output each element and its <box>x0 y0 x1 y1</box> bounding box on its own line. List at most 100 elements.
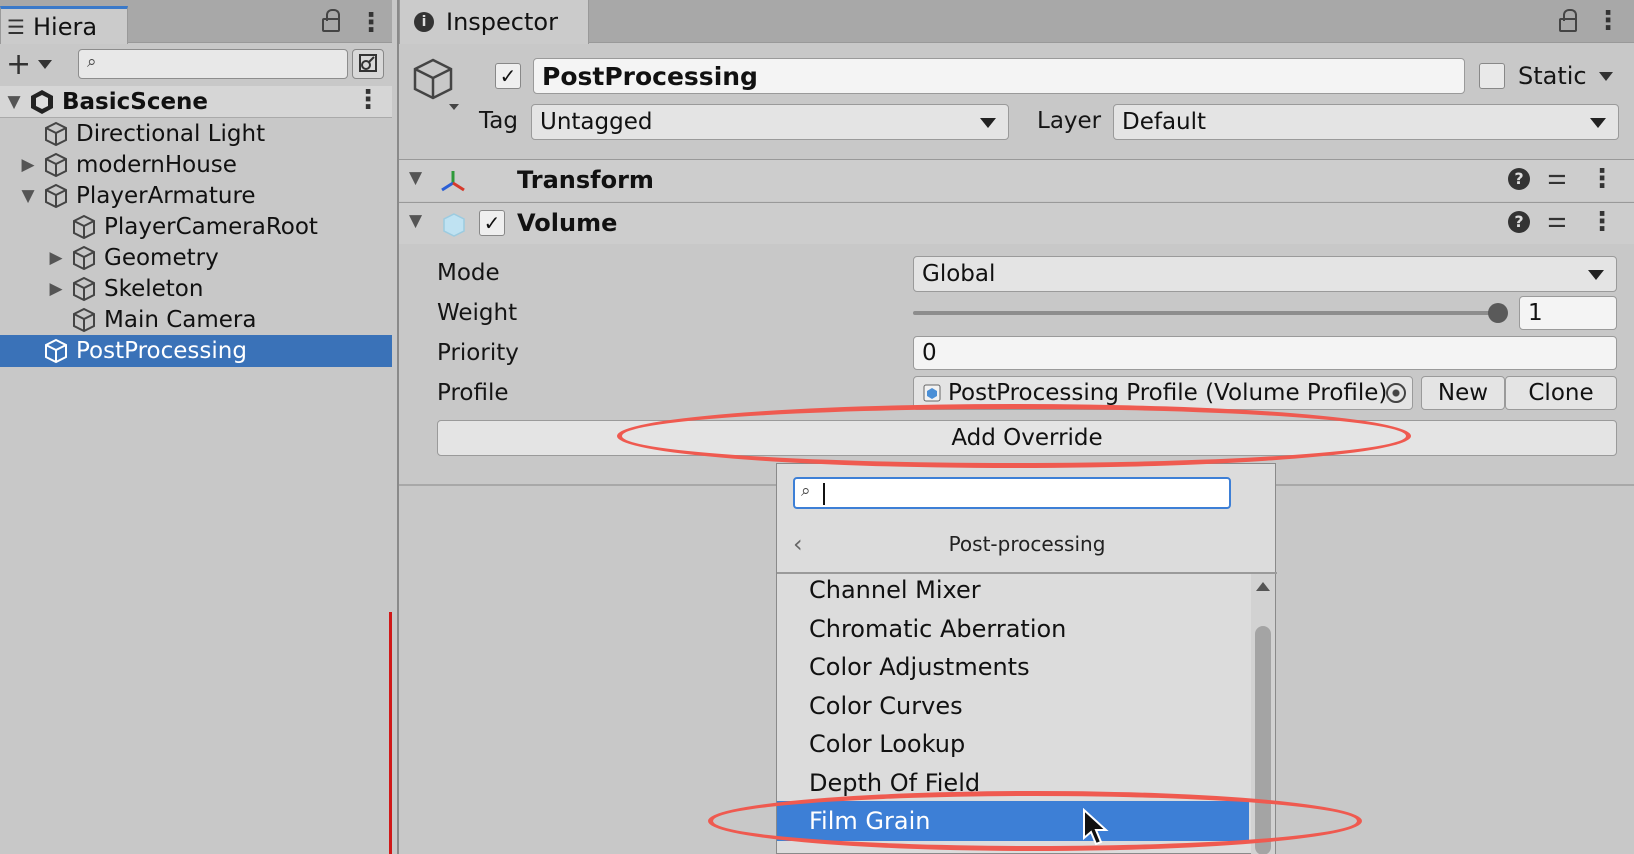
gameobject-icon <box>73 245 95 271</box>
volume-component-header[interactable]: ▼ ✓ Volume ? ⚌ ⋮ <box>399 202 1634 244</box>
object-picker-icon[interactable] <box>1386 383 1406 403</box>
add-dropdown-caret-icon[interactable] <box>38 60 52 69</box>
help-icon[interactable]: ? <box>1508 168 1530 190</box>
add-icon[interactable]: + <box>6 50 31 80</box>
unity-scene-icon <box>31 89 53 114</box>
scene-search-icon <box>359 54 377 72</box>
help-icon[interactable]: ? <box>1508 211 1530 233</box>
static-dropdown-caret-icon[interactable] <box>1599 72 1613 81</box>
priority-label: Priority <box>437 340 519 366</box>
expand-arrow-icon[interactable]: ▼ <box>0 92 28 112</box>
weight-input[interactable]: 1 <box>1519 296 1617 330</box>
inspector-tab-label: Inspector <box>446 8 558 36</box>
chevron-down-icon <box>1590 118 1606 128</box>
override-menu-item[interactable]: Color Curves <box>777 686 1249 726</box>
dropdown-breadcrumb: Post-processing <box>948 532 1106 556</box>
collapse-arrow-icon[interactable]: ▼ <box>409 211 422 231</box>
profile-object-field[interactable]: PostProcessing Profile (Volume Profile) <box>913 376 1413 410</box>
panel-edge-marker <box>389 612 392 854</box>
collapse-arrow-icon[interactable]: ▼ <box>409 168 422 188</box>
hierarchy-item-label: PlayerCameraRoot <box>104 214 318 240</box>
hierarchy-item-label: Skeleton <box>104 276 204 302</box>
transform-component-header[interactable]: ▼ Transform ? ⚌ ⋮ <box>399 159 1634 201</box>
override-menu-item[interactable]: Depth Of Field <box>777 763 1249 803</box>
clone-profile-button[interactable]: Clone <box>1505 376 1617 410</box>
weight-slider-track[interactable] <box>913 311 1503 315</box>
preset-sliders-icon[interactable]: ⚌ <box>1547 208 1567 233</box>
info-icon: i <box>414 12 434 32</box>
lock-icon[interactable] <box>322 9 340 32</box>
inspector-kebab-icon[interactable]: ⋮ <box>1595 8 1621 34</box>
transform-title: Transform <box>517 166 654 194</box>
mode-label: Mode <box>437 260 500 286</box>
hierarchy-item[interactable]: Main Camera <box>0 304 392 336</box>
hierarchy-item[interactable]: ▶ modernHouse <box>0 149 392 181</box>
scene-name: BasicScene <box>62 88 209 115</box>
hierarchy-tab[interactable]: ☰ Hiera <box>0 6 128 44</box>
mode-dropdown[interactable]: Global <box>913 256 1617 292</box>
scene-row[interactable]: ▼ BasicScene ⋮ <box>0 86 392 118</box>
volume-profile-icon <box>923 384 941 402</box>
hierarchy-item[interactable]: PostProcessing <box>0 335 392 367</box>
weight-slider-handle[interactable] <box>1488 303 1508 323</box>
hierarchy-item-label: Main Camera <box>104 307 257 333</box>
preset-sliders-icon[interactable]: ⚌ <box>1547 165 1567 190</box>
volume-kebab-icon[interactable]: ⋮ <box>1589 209 1615 235</box>
search-icon: ⌕ <box>87 52 97 72</box>
layer-dropdown[interactable]: Default <box>1113 104 1619 140</box>
dropdown-scrollbar[interactable] <box>1251 574 1275 854</box>
gameobject-icon <box>45 121 67 147</box>
mouse-pointer-icon <box>1083 808 1109 846</box>
expand-arrow-icon[interactable]: ▼ <box>14 186 42 206</box>
dropdown-search-input[interactable]: ⌕ <box>793 477 1231 509</box>
priority-input[interactable]: 0 <box>913 336 1617 370</box>
override-menu-item[interactable]: Color Adjustments <box>777 647 1249 687</box>
hierarchy-item[interactable]: ▶ Skeleton <box>0 273 392 305</box>
search-icon: ⌕ <box>801 481 811 501</box>
transform-axes-icon <box>441 171 465 192</box>
expand-arrow-icon[interactable]: ▶ <box>14 155 42 175</box>
object-name-input[interactable]: PostProcessing <box>533 58 1465 94</box>
scene-search-toggle-button[interactable] <box>352 49 384 79</box>
transform-kebab-icon[interactable]: ⋮ <box>1589 166 1615 192</box>
dropdown-list: Channel Mixer Chromatic Aberration Color A… <box>777 574 1249 854</box>
hierarchy-tab-label: Hiera <box>33 12 98 41</box>
hierarchy-item-label: PostProcessing <box>76 338 247 364</box>
volume-title: Volume <box>517 209 618 237</box>
override-menu-item[interactable]: Color Lookup <box>777 724 1249 764</box>
expand-arrow-icon[interactable]: ▶ <box>42 279 70 299</box>
override-menu-item[interactable]: Channel Mixer <box>777 574 1249 610</box>
weight-label: Weight <box>437 300 518 326</box>
text-cursor <box>823 483 825 505</box>
hierarchy-item[interactable]: Directional Light <box>0 118 392 150</box>
override-menu-item[interactable]: Film Grain <box>777 801 1249 841</box>
inspector-tab[interactable]: i Inspector <box>399 0 589 44</box>
scene-kebab-icon[interactable]: ⋮ <box>355 87 381 113</box>
scroll-up-arrow-icon[interactable] <box>1256 582 1270 591</box>
new-profile-button[interactable]: New <box>1421 376 1505 410</box>
add-override-button[interactable]: Add Override <box>437 420 1617 456</box>
static-checkbox[interactable] <box>1479 63 1505 89</box>
hierarchy-item[interactable]: ▶ Geometry <box>0 242 392 274</box>
profile-label: Profile <box>437 380 509 406</box>
kebab-menu-icon[interactable]: ⋮ <box>358 10 384 36</box>
static-label: Static <box>1518 62 1587 90</box>
inspector-lock-icon[interactable] <box>1559 9 1577 32</box>
volume-enabled-checkbox[interactable]: ✓ <box>479 210 505 236</box>
hierarchy-item[interactable]: PlayerCameraRoot <box>0 211 392 243</box>
gameobject-icon <box>73 276 95 302</box>
hierarchy-panel: ☰ Hiera ⋮ + ⌕ ▼ BasicScene ⋮ Directional… <box>0 0 392 854</box>
override-menu-item[interactable]: Chromatic Aberration <box>777 609 1249 649</box>
scrollbar-thumb[interactable] <box>1255 626 1271 854</box>
hierarchy-search-input[interactable]: ⌕ <box>78 49 348 79</box>
gameobject-icon <box>45 152 67 178</box>
hierarchy-item-label: Geometry <box>104 245 219 271</box>
gameobject-icon <box>45 183 67 209</box>
tag-dropdown[interactable]: Untagged <box>531 104 1009 140</box>
hierarchy-item[interactable]: ▼ PlayerArmature <box>0 180 392 212</box>
active-checkbox[interactable]: ✓ <box>495 63 521 89</box>
gameobject-cube-icon[interactable] <box>413 56 461 114</box>
expand-arrow-icon[interactable]: ▶ <box>42 248 70 268</box>
tag-label: Tag <box>479 108 518 134</box>
volume-cube-icon <box>443 213 465 237</box>
